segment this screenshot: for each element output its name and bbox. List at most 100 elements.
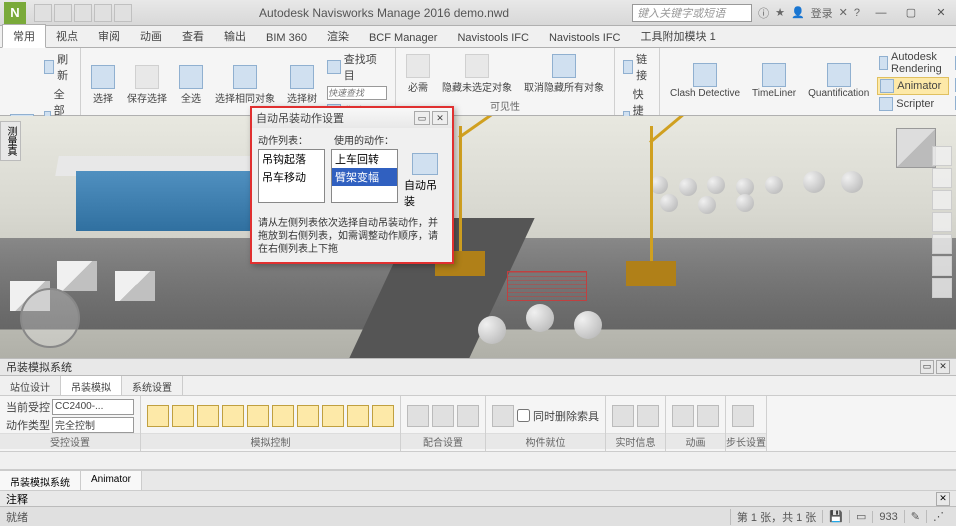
viewcube[interactable] xyxy=(896,128,936,168)
nav-pan-icon[interactable] xyxy=(932,146,952,166)
tab-navistools1[interactable]: Navistools IFC xyxy=(447,29,539,47)
panel-close-button[interactable]: ✕ xyxy=(936,360,950,374)
tab-animation[interactable]: 动画 xyxy=(130,25,172,47)
sim-btn-2[interactable] xyxy=(172,405,194,427)
auto-hoist-button[interactable]: 自动吊装 xyxy=(404,177,446,209)
viewport-3d[interactable]: 测量真 xyxy=(0,116,956,358)
panel-tab-position[interactable]: 站位设计 xyxy=(0,376,61,395)
tab-review[interactable]: 审阅 xyxy=(88,25,130,47)
qat-refresh-icon[interactable] xyxy=(114,4,132,22)
scripter-button[interactable]: Scripter xyxy=(877,96,949,112)
list-item[interactable]: 上车回转 xyxy=(332,150,397,168)
sim-btn-7[interactable] xyxy=(297,405,319,427)
sim-btn-3[interactable] xyxy=(197,405,219,427)
qat-open-icon[interactable] xyxy=(34,4,52,22)
bottom-tab-hoist[interactable]: 吊装模拟系统 xyxy=(0,471,81,490)
dialog-close-button[interactable]: ✕ xyxy=(432,111,448,125)
sim-btn-8[interactable] xyxy=(322,405,344,427)
star-icon[interactable]: ★ xyxy=(775,6,785,19)
action-type-combo[interactable]: 完全控制 xyxy=(52,417,134,433)
tab-addins[interactable]: 工具附加模块 1 xyxy=(631,25,726,47)
list-item[interactable]: 吊车移动 xyxy=(259,168,324,186)
bottom-tab-animator[interactable]: Animator xyxy=(81,471,142,490)
links-button[interactable]: 链接 xyxy=(621,50,653,84)
measure-tab[interactable]: 测量真 xyxy=(0,121,21,161)
help-icon[interactable]: ? xyxy=(854,7,860,19)
info-icon[interactable]: ⓘ xyxy=(758,5,769,21)
crane-combo[interactable]: CC2400-... xyxy=(52,399,134,415)
anim-btn-2[interactable] xyxy=(697,405,719,427)
navigation-wheel[interactable] xyxy=(20,288,80,348)
search-input[interactable]: 键入关键字或短语 xyxy=(632,4,752,22)
animator-button[interactable]: Animator xyxy=(877,77,949,95)
nav-fit-icon[interactable] xyxy=(932,278,952,298)
coop-btn-1[interactable] xyxy=(407,405,429,427)
unhide-all-button[interactable]: 取消隐藏所有对象 xyxy=(520,52,608,96)
panel-tab-settings[interactable]: 系统设置 xyxy=(122,376,183,395)
status-pencil-icon[interactable]: ✎ xyxy=(904,510,926,523)
close-button[interactable]: ✕ xyxy=(926,2,956,24)
select-same-button[interactable]: 选择相同对象 xyxy=(211,63,279,107)
list-item-selected[interactable]: 臂架变幅 xyxy=(332,168,397,186)
clash-button[interactable]: Clash Detective xyxy=(666,61,744,101)
rt-btn-1[interactable] xyxy=(612,405,634,427)
nav-look-icon[interactable] xyxy=(932,212,952,232)
qat-redo-icon[interactable] xyxy=(94,4,112,22)
anim-btn-1[interactable] xyxy=(672,405,694,427)
tab-navistools2[interactable]: Navistools IFC xyxy=(539,29,631,47)
sim-btn-1[interactable] xyxy=(147,405,169,427)
tab-viewpoint[interactable]: 视点 xyxy=(46,25,88,47)
hide-unselected-button[interactable]: 隐藏未选定对象 xyxy=(438,52,516,96)
nav-orbit-icon[interactable] xyxy=(932,190,952,210)
rt-btn-2[interactable] xyxy=(637,405,659,427)
save-selection-button[interactable]: 保存选择 xyxy=(123,63,171,107)
list-item[interactable]: 吊钩起落 xyxy=(259,150,324,168)
qat-save-icon[interactable] xyxy=(54,4,72,22)
find-items-button[interactable]: 查找项目 xyxy=(325,50,389,84)
step-btn-1[interactable] xyxy=(732,405,754,427)
rendering-button[interactable]: Autodesk Rendering xyxy=(877,50,949,76)
sim-btn-4[interactable] xyxy=(222,405,244,427)
login-link[interactable]: 登录 xyxy=(811,5,833,21)
comp-btn-1[interactable] xyxy=(492,405,514,427)
panel-pin-button[interactable]: ▭ xyxy=(920,360,934,374)
minimize-button[interactable]: — xyxy=(866,2,896,24)
sim-btn-5[interactable] xyxy=(247,405,269,427)
panel-tab-simulation[interactable]: 吊装模拟 xyxy=(61,376,122,395)
actions-list-right[interactable]: 上车回转 臂架变幅 xyxy=(331,149,398,203)
quick-find-input[interactable] xyxy=(325,85,389,101)
quantification-button[interactable]: Quantification xyxy=(804,61,873,101)
delete-rigging-checkbox[interactable] xyxy=(517,409,530,422)
nav-fly-icon[interactable] xyxy=(932,256,952,276)
refresh-button[interactable]: 刷新 xyxy=(42,50,74,84)
sim-btn-10[interactable] xyxy=(372,405,394,427)
tab-home[interactable]: 常用 xyxy=(2,24,46,48)
exchange-icon[interactable]: ✕ xyxy=(839,6,848,19)
tab-bim360[interactable]: BIM 360 xyxy=(256,29,317,47)
select-button[interactable]: 选择 xyxy=(87,63,119,107)
comment-close-button[interactable]: ✕ xyxy=(936,492,950,506)
qat-undo-icon[interactable] xyxy=(74,4,92,22)
maximize-button[interactable]: ▢ xyxy=(896,2,926,24)
nav-zoom-icon[interactable] xyxy=(932,168,952,188)
sim-btn-9[interactable] xyxy=(347,405,369,427)
tab-bcf[interactable]: BCF Manager xyxy=(359,29,447,47)
user-icon[interactable]: 👤 xyxy=(791,6,805,19)
app-icon[interactable]: N xyxy=(4,2,26,24)
coop-btn-2[interactable] xyxy=(432,405,454,427)
rendering-icon xyxy=(879,56,888,70)
actions-list-left[interactable]: 吊钩起落 吊车移动 xyxy=(258,149,325,203)
dialog-titlebar[interactable]: 自动吊装动作设置 ▭ ✕ xyxy=(252,108,452,128)
tab-render[interactable]: 渲染 xyxy=(317,25,359,47)
tab-view[interactable]: 查看 xyxy=(172,25,214,47)
sim-btn-6[interactable] xyxy=(272,405,294,427)
coop-btn-3[interactable] xyxy=(457,405,479,427)
status-grip-icon[interactable]: ⋰ xyxy=(926,510,950,523)
timeliner-button[interactable]: TimeLiner xyxy=(748,61,800,101)
nav-walk-icon[interactable] xyxy=(932,234,952,254)
dialog-pin-button[interactable]: ▭ xyxy=(414,111,430,125)
tab-output[interactable]: 输出 xyxy=(214,25,256,47)
select-all-button[interactable]: 全选 xyxy=(175,63,207,107)
require-button[interactable]: 必需 xyxy=(402,52,434,96)
selection-tree-button[interactable]: 选择树 xyxy=(283,63,321,107)
